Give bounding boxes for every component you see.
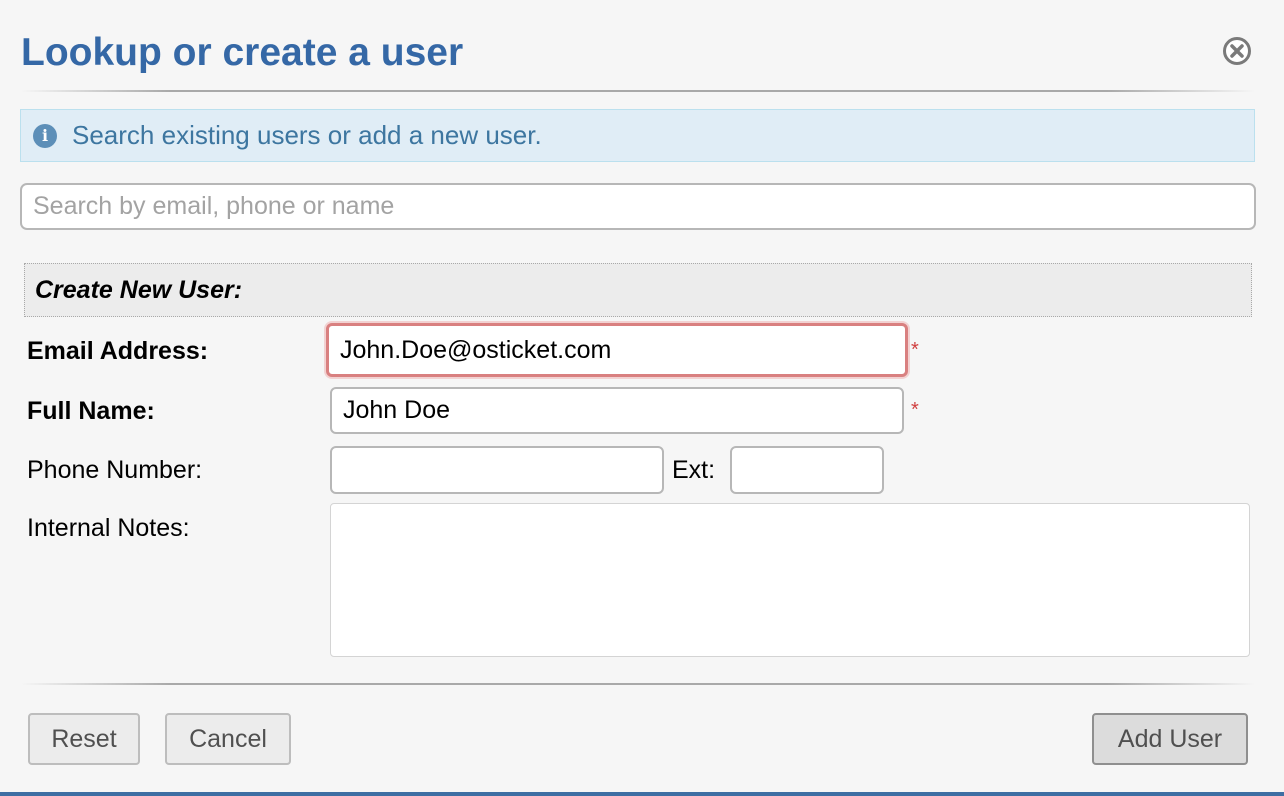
info-icon: i xyxy=(33,123,57,148)
internal-notes-label: Internal Notes: xyxy=(27,514,190,542)
phone-field[interactable] xyxy=(330,446,664,494)
email-required-mark: * xyxy=(911,339,919,361)
close-icon xyxy=(1230,44,1244,58)
email-label: Email Address: xyxy=(27,337,209,365)
full-name-field[interactable] xyxy=(330,387,904,434)
cancel-button[interactable]: Cancel xyxy=(165,713,291,765)
add-user-button[interactable]: Add User xyxy=(1092,713,1248,765)
close-button[interactable] xyxy=(1223,37,1251,65)
phone-label: Phone Number: xyxy=(27,456,203,484)
full-name-required-mark: * xyxy=(911,399,919,421)
dialog-bottom-border xyxy=(0,792,1284,796)
reset-button[interactable]: Reset xyxy=(28,713,140,765)
full-name-label: Full Name: xyxy=(27,397,155,425)
dialog-title: Lookup or create a user xyxy=(21,31,464,74)
ext-label: Ext: xyxy=(672,456,716,484)
footer-divider xyxy=(21,683,1255,685)
user-search-input[interactable] xyxy=(20,183,1256,230)
internal-notes-textarea[interactable] xyxy=(330,503,1250,657)
info-message: Search existing users or add a new user. xyxy=(72,120,542,150)
create-user-section-header: Create New User: xyxy=(24,263,1252,317)
info-banner: i Search existing users or add a new use… xyxy=(20,109,1255,162)
header-divider xyxy=(21,90,1255,92)
ext-field[interactable] xyxy=(730,446,884,494)
email-field[interactable] xyxy=(326,323,908,377)
